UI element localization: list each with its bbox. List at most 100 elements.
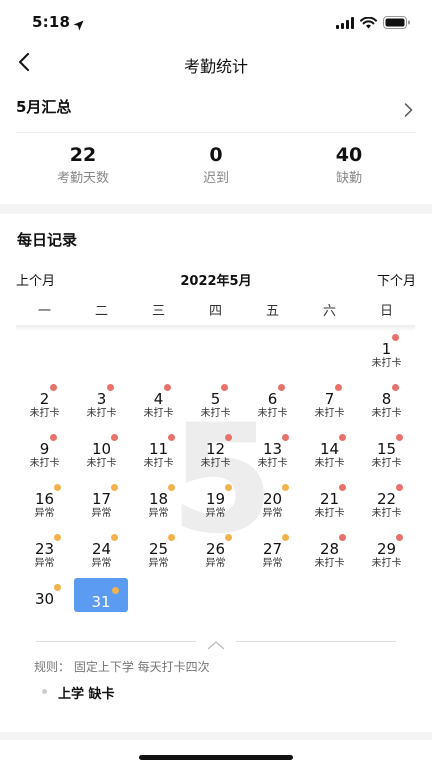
status-dot [54,584,61,591]
calendar-day-7[interactable]: 7 未打卡 [301,380,358,430]
day-status-label: 未打卡 [200,408,231,419]
day-number: 10 [91,440,112,458]
calendar-day-20[interactable]: 20 异常 [244,480,301,530]
chevron-right-icon[interactable] [400,102,416,118]
day-number: 5 [210,390,221,408]
month-navigation: 上个月 2022年5月 下个月 [16,270,416,290]
calendar-day-12[interactable]: 12 未打卡 [187,430,244,480]
stat-label: 迟到 [202,171,229,186]
calendar-day-8[interactable]: 8 未打卡 [358,380,415,430]
day-number: 7 [324,390,335,408]
calendar-day-31[interactable]: 31 [74,578,128,612]
day-status-label: 异常 [91,558,112,569]
day-number: 27 [262,540,283,558]
day-number: 19 [205,490,226,508]
stat-attendance-days: 22 考勤天数 [13,144,153,187]
status-dot [50,434,57,441]
status-dot [282,434,289,441]
calendar-day-23[interactable]: 23 异常 [16,530,73,580]
calendar-day-5[interactable]: 5 未打卡 [187,380,244,430]
day-number: 26 [205,540,226,558]
day-status-label: 未打卡 [314,408,345,419]
calendar-day-29[interactable]: 29 未打卡 [358,530,415,580]
status-icons [336,14,410,33]
day-status-label: 异常 [205,508,226,519]
calendar-day-9[interactable]: 9 未打卡 [16,430,73,480]
calendar-day-11[interactable]: 11 未打卡 [130,430,187,480]
calendar-day-13[interactable]: 13 未打卡 [244,430,301,480]
monthly-summary-header[interactable]: 5月汇总 [16,94,416,133]
day-status-label: 未打卡 [143,458,174,469]
day-status-label: 未打卡 [314,508,345,519]
day-number: 20 [262,490,283,508]
day-number: 11 [148,440,169,458]
calendar-day-19[interactable]: 19 异常 [187,480,244,530]
stat-label: 考勤天数 [56,171,109,186]
day-number: 8 [381,390,392,408]
calendar-day-27[interactable]: 27 异常 [244,530,301,580]
day-number: 2 [39,390,50,408]
day-status-label: 未打卡 [29,408,60,419]
monthly-summary-title: 5月汇总 [16,98,72,116]
next-month-button[interactable]: 下个月 [377,270,416,289]
status-time: 5:18 [32,13,71,31]
calendar-day-16[interactable]: 16 异常 [16,480,73,530]
weekday-header: 一 二 三 四 五 六 日 [16,300,415,324]
stat-label: 缺勤 [335,171,362,186]
calendar-day-24[interactable]: 24 异常 [73,530,130,580]
signal-icon [336,14,354,33]
status-dot [54,534,61,541]
calendar-day-1[interactable]: 1 未打卡 [358,330,415,380]
calendar-day-18[interactable]: 18 异常 [130,480,187,530]
stat-absent: 40 缺勤 [279,144,419,187]
calendar-day-25[interactable]: 25 异常 [130,530,187,580]
calendar-day-22[interactable]: 22 未打卡 [358,480,415,530]
day-status-label: 异常 [262,558,283,569]
day-status-label: 异常 [34,558,55,569]
day-number: 17 [91,490,112,508]
calendar-day-17[interactable]: 17 异常 [73,480,130,530]
calendar-day-30[interactable]: 30 [16,580,73,630]
chevron-up-icon[interactable] [206,636,226,650]
battery-icon [383,14,410,33]
calendar-day-6[interactable]: 6 未打卡 [244,380,301,430]
record-item: 上学 缺卡 [58,687,115,702]
day-status-label: 未打卡 [143,408,174,419]
calendar-day-14[interactable]: 14 未打卡 [301,430,358,480]
weekday-label: 六 [322,304,336,319]
status-dot [112,587,119,594]
day-status-label: 未打卡 [257,408,288,419]
calendar-day-2[interactable]: 2 未打卡 [16,380,73,430]
day-number: 30 [34,590,55,608]
status-dot [111,534,118,541]
stat-value: 0 [209,144,223,166]
record-bullet [42,689,47,694]
calendar-day-15[interactable]: 15 未打卡 [358,430,415,480]
status-dot [392,334,399,341]
calendar-day-28[interactable]: 28 未打卡 [301,530,358,580]
day-status-label: 未打卡 [371,458,402,469]
day-number: 24 [91,540,112,558]
rule-text: 规则： 固定上下学 每天打卡四次 [34,660,210,674]
calendar-day-10[interactable]: 10 未打卡 [73,430,130,480]
day-status-label: 未打卡 [314,558,345,569]
calendar-day-21[interactable]: 21 未打卡 [301,480,358,530]
status-dot [339,434,346,441]
day-number: 16 [34,490,55,508]
day-status-label: 异常 [91,508,112,519]
day-number: 25 [148,540,169,558]
weekday-label: 五 [265,304,279,319]
page-title: 考勤统计 [183,57,248,76]
status-dot [396,434,403,441]
section-separator [0,204,432,214]
calendar-day-26[interactable]: 26 异常 [187,530,244,580]
calendar-day-4[interactable]: 4 未打卡 [130,380,187,430]
status-dot [225,434,232,441]
day-number: 4 [153,390,164,408]
current-month-label: 2022年5月 [180,274,252,289]
stat-value: 22 [69,144,97,166]
day-status-label: 未打卡 [86,408,117,419]
weekday-label: 三 [151,304,165,319]
calendar-day-3[interactable]: 3 未打卡 [73,380,130,430]
home-indicator [139,755,293,760]
